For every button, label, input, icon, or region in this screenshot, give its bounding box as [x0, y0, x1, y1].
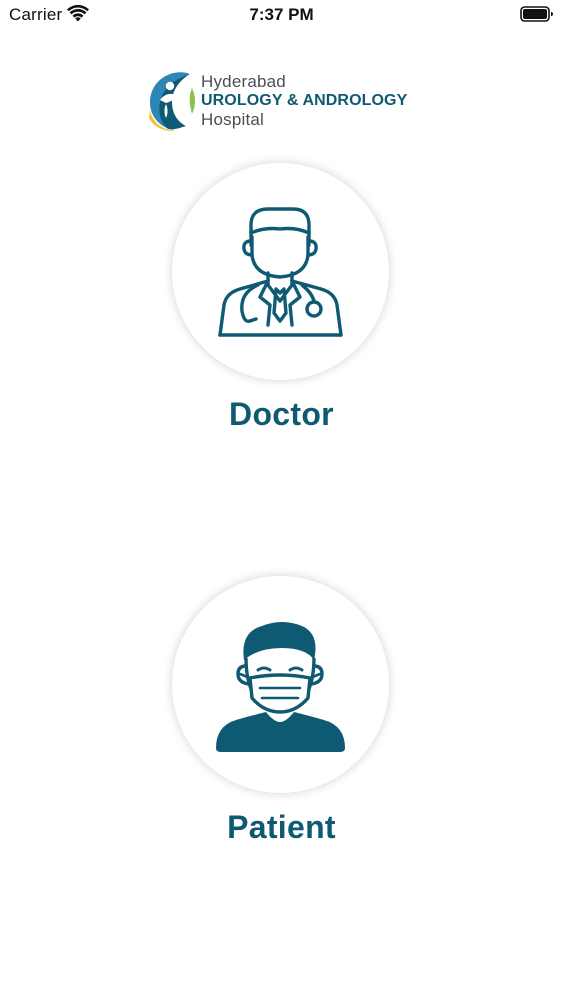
doctor-icon	[218, 207, 343, 337]
logo-line-city: Hyderabad	[201, 72, 286, 91]
doctor-label[interactable]: Doctor	[0, 396, 563, 433]
hospital-logo: Hyderabad UROLOGY & ANDROLOGY Hospital	[146, 70, 421, 134]
patient-button[interactable]	[172, 576, 389, 793]
patient-icon	[216, 622, 345, 752]
logo-text: Hyderabad UROLOGY & ANDROLOGY Hospital	[201, 72, 421, 129]
hospital-logo-icon	[149, 72, 195, 132]
battery-icon	[520, 6, 553, 22]
status-bar: Carrier 7:37 PM	[0, 0, 563, 30]
doctor-button[interactable]	[172, 163, 389, 380]
status-time: 7:37 PM	[249, 5, 314, 24]
logo-line-hospital: Hospital	[201, 110, 265, 129]
patient-label[interactable]: Patient	[0, 809, 563, 846]
logo-line-specialty: UROLOGY & ANDROLOGY	[201, 92, 408, 109]
